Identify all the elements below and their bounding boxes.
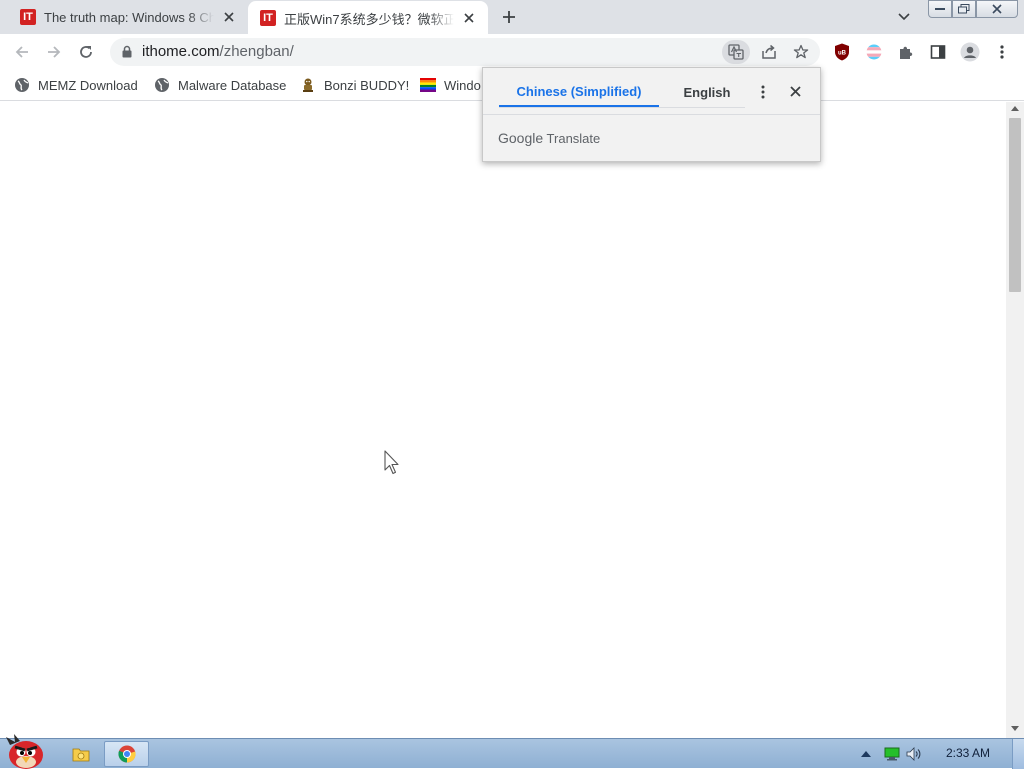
trans-flag-icon — [866, 44, 882, 60]
restore-icon — [958, 4, 970, 14]
tab-source-language[interactable]: Chinese (Simplified) — [499, 78, 659, 107]
url-path: /zhengban/ — [219, 43, 294, 60]
plus-icon — [503, 11, 515, 23]
network-tray-icon[interactable] — [882, 743, 902, 765]
vertical-scrollbar[interactable] — [1006, 102, 1024, 738]
window-close-button[interactable] — [976, 0, 1018, 18]
puzzle-piece-icon — [900, 46, 913, 59]
tab-close-icon[interactable] — [220, 8, 238, 26]
url-domain: ithome.com — [142, 43, 220, 60]
minimize-icon — [935, 8, 945, 10]
bookmark-windows[interactable]: Windo — [420, 75, 481, 95]
windows-taskbar: 2:33 AM — [0, 734, 1024, 769]
back-button[interactable] — [10, 40, 34, 64]
translate-icon — [728, 44, 744, 60]
more-vert-icon — [761, 85, 765, 99]
translate-bubble: Chinese (Simplified) English Google Tran… — [482, 67, 821, 162]
url-text: ithome.com/zhengban/ — [142, 43, 294, 60]
scroll-down-arrow-icon[interactable] — [1011, 726, 1019, 731]
share-icon — [762, 44, 776, 59]
trans-flag-extension[interactable] — [862, 40, 886, 64]
extensions-button[interactable] — [894, 40, 918, 64]
more-vert-icon — [1000, 45, 1004, 59]
translate-page-button[interactable] — [722, 40, 750, 64]
address-bar[interactable]: ithome.com/zhengban/ — [110, 38, 820, 66]
globe-icon — [154, 77, 170, 93]
close-icon — [992, 4, 1002, 14]
bonzi-icon — [300, 77, 316, 93]
side-panel-button[interactable] — [926, 40, 950, 64]
tab-search-button[interactable] — [894, 8, 914, 26]
translate-options-button[interactable] — [755, 80, 771, 104]
explorer-folder-icon — [72, 748, 90, 762]
tab-close-icon[interactable] — [460, 9, 478, 27]
divider — [483, 114, 820, 115]
tab-title: The truth map: Windows 8 Ch — [44, 9, 214, 25]
tab-title: 正版Win7系统多少钱？微软正版 — [284, 11, 454, 27]
taskbar-clock[interactable]: 2:33 AM — [946, 746, 990, 760]
reload-icon — [80, 46, 92, 58]
tab-zhengban[interactable]: IT 正版Win7系统多少钱？微软正版 — [248, 1, 488, 35]
avatar-icon — [960, 42, 980, 62]
bookmark-malware-database[interactable]: Malware Database — [154, 75, 286, 95]
translate-language-tabs: Chinese (Simplified) English — [499, 78, 745, 108]
rainbow-flag-icon — [420, 77, 436, 93]
reload-button[interactable] — [74, 40, 98, 64]
profile-button[interactable] — [958, 40, 982, 64]
bookmark-bonzi-buddy[interactable]: Bonzi BUDDY! — [300, 75, 409, 95]
new-tab-button[interactable] — [498, 6, 520, 28]
window-minimize-button[interactable] — [928, 0, 952, 18]
tab-truth-map[interactable]: IT The truth map: Windows 8 Ch — [8, 0, 248, 34]
taskbar-explorer-button[interactable] — [66, 741, 96, 767]
bookmark-star-button[interactable] — [787, 40, 815, 64]
translate-brand-label: Translate — [546, 131, 601, 146]
show-desktop-button[interactable] — [1012, 739, 1024, 769]
globe-icon — [14, 77, 30, 93]
bookmark-label: Malware Database — [178, 77, 287, 93]
chevron-down-icon — [898, 13, 910, 21]
taskbar-chrome-button[interactable] — [104, 741, 149, 767]
ublock-shield-icon: uB — [835, 43, 849, 61]
network-icon — [884, 747, 900, 761]
chrome-icon — [117, 745, 136, 763]
mouse-cursor-icon — [384, 450, 400, 479]
ithome-favicon-icon: IT — [20, 9, 36, 25]
speaker-icon — [906, 747, 921, 761]
ublock-origin-extension[interactable]: uB — [830, 40, 854, 64]
arrow-left-icon — [15, 46, 28, 58]
tab-target-language[interactable]: English — [669, 78, 745, 106]
browser-toolbar: ithome.com/zhengban/ uB — [0, 34, 1024, 70]
google-logo: Google — [498, 130, 544, 146]
chrome-menu-button[interactable] — [990, 40, 1014, 64]
lock-icon[interactable] — [122, 45, 132, 61]
bookmark-label: Bonzi BUDDY! — [324, 77, 410, 93]
translate-close-button[interactable] — [784, 80, 806, 102]
chevron-up-icon — [861, 751, 871, 757]
close-icon — [789, 85, 801, 97]
start-button[interactable] — [2, 731, 50, 769]
star-icon — [793, 44, 809, 59]
forward-button[interactable] — [42, 40, 66, 64]
google-translate-brand: Google Translate — [498, 130, 600, 146]
volume-tray-icon[interactable] — [904, 743, 924, 765]
angry-bird-start-icon — [6, 734, 43, 769]
svg-text:uB: uB — [838, 51, 847, 57]
bookmark-label: Windo — [444, 77, 481, 93]
show-hidden-icons-button[interactable] — [858, 743, 874, 765]
scroll-up-arrow-icon[interactable] — [1011, 106, 1019, 111]
ithome-favicon-icon: IT — [260, 10, 276, 26]
bookmark-label: MEMZ Download — [38, 77, 138, 93]
share-button[interactable] — [755, 40, 783, 64]
tab-strip: IT The truth map: Windows 8 Ch IT 正版Win7… — [0, 0, 1024, 35]
arrow-right-icon — [48, 46, 61, 58]
side-panel-icon — [930, 45, 946, 59]
bookmark-memz-download[interactable]: MEMZ Download — [14, 75, 138, 95]
scrollbar-thumb[interactable] — [1009, 118, 1021, 292]
page-content[interactable] — [0, 102, 1006, 738]
window-restore-button[interactable] — [952, 0, 976, 18]
